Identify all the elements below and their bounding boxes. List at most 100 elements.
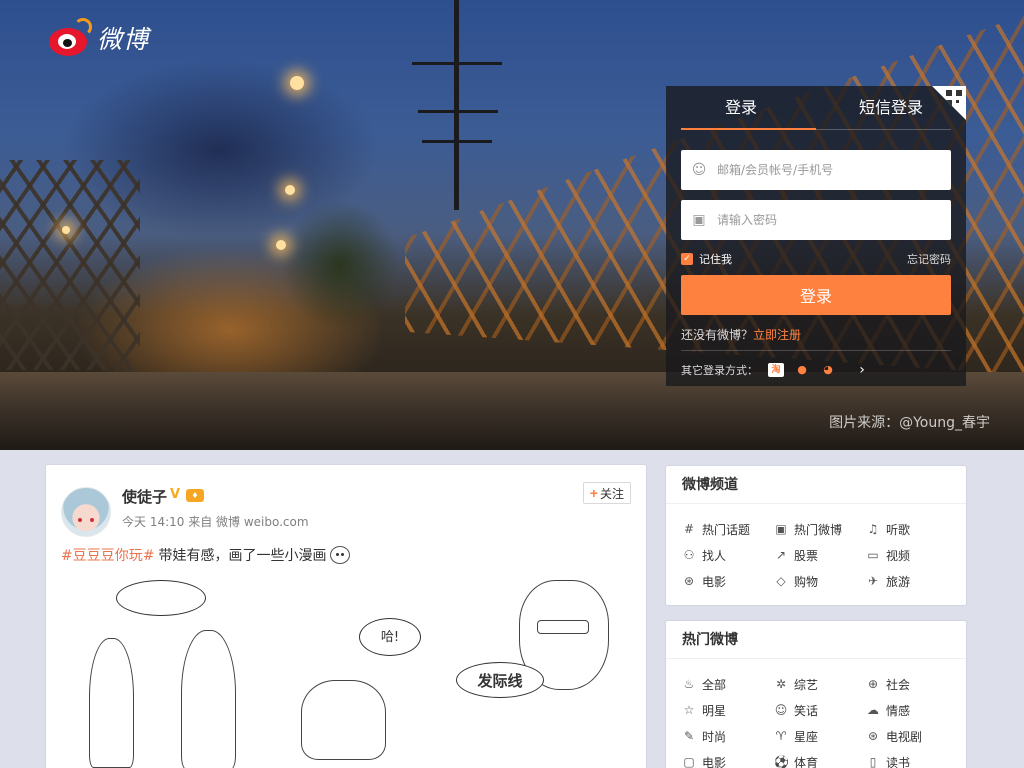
follow-button[interactable]: + 关注 xyxy=(582,482,631,504)
account-field: ☺ xyxy=(681,150,951,190)
remember-checkbox[interactable]: ✓ xyxy=(681,253,693,265)
login-divider xyxy=(681,350,951,351)
register-link[interactable]: 立即注册 xyxy=(753,328,801,342)
speech-bubble: 发际线 xyxy=(456,662,544,698)
account-input[interactable] xyxy=(717,151,951,189)
hero-utility-pole xyxy=(454,0,459,210)
login-button[interactable]: 登录 xyxy=(681,275,951,315)
tab-account-login[interactable]: 登录 xyxy=(666,86,816,130)
hero-tree xyxy=(280,200,400,330)
no-account-text: 还没有微博？ xyxy=(681,328,754,342)
post-text: #豆豆豆你玩# 带娃有感，画了一些小漫画 xyxy=(61,545,351,565)
weibo-logo[interactable]: 微博 xyxy=(47,18,149,58)
hot-label: 笑话 xyxy=(794,703,819,718)
comic-image[interactable]: 发际线 xyxy=(451,570,631,768)
hot-item[interactable]: ⚽ 体育 xyxy=(774,753,866,768)
channels-title: 微博频道 xyxy=(666,466,966,504)
aries-icon: ♈ xyxy=(775,729,787,743)
hot-item[interactable]: ▯ 读书 xyxy=(866,753,958,768)
hot-item[interactable]: ✎ 时尚 xyxy=(682,727,774,745)
hot-item[interactable]: ♈ 星座 xyxy=(774,727,866,745)
comic-figure xyxy=(181,630,236,768)
channel-item[interactable]: ▭ 视频 xyxy=(866,546,958,564)
hot-item[interactable]: ✲ 综艺 xyxy=(774,675,866,693)
hot-label: 社会 xyxy=(886,677,911,692)
movie-icon: ▢ xyxy=(683,755,695,768)
weibo-icon[interactable]: ◕ xyxy=(820,363,836,377)
street-lamp xyxy=(285,185,295,195)
password-field: ▣ xyxy=(681,200,951,240)
hot-label: 电影 xyxy=(702,755,727,768)
comic-image[interactable]: 哈! xyxy=(271,570,446,768)
hot-item[interactable]: ♨ 全部 xyxy=(682,675,774,693)
taobao-icon[interactable]: 淘 xyxy=(768,363,784,377)
channel-item[interactable]: ◇ 购物 xyxy=(774,572,866,590)
hot-item[interactable]: ☺ 笑话 xyxy=(774,701,866,719)
lock-icon: ▣ xyxy=(692,212,706,228)
channel-label: 股票 xyxy=(794,548,819,563)
channel-label: 旅游 xyxy=(886,574,911,589)
channel-label: 热门微博 xyxy=(794,522,843,537)
forgot-password-link[interactable]: 忘记密码 xyxy=(907,251,951,267)
channel-item[interactable]: ⚇ 找人 xyxy=(682,546,774,564)
topic-link[interactable]: #豆豆豆你玩# xyxy=(61,545,154,565)
other-login-methods: 其它登录方式： 淘 ● ◕ › xyxy=(681,362,870,378)
photo-credit: 图片来源：@Young_春宇 xyxy=(829,415,990,431)
hot-label: 时尚 xyxy=(702,729,727,744)
tv-icon: ⊛ xyxy=(867,729,879,743)
remember-me[interactable]: ✓ 记住我 xyxy=(681,251,732,267)
hot-item[interactable]: ▢ 电影 xyxy=(682,753,774,768)
channel-label: 购物 xyxy=(794,574,819,589)
comic-figure xyxy=(301,680,386,760)
hot-item[interactable]: ☁ 情感 xyxy=(866,701,958,719)
hot-label: 情感 xyxy=(886,703,911,718)
hero-pole-crossbar xyxy=(412,62,502,65)
qq-icon[interactable]: ● xyxy=(794,363,810,377)
channel-label: 电影 xyxy=(702,574,727,589)
channel-item[interactable]: ✈ 旅游 xyxy=(866,572,958,590)
hot-item[interactable]: ☆ 明星 xyxy=(682,701,774,719)
channel-item[interactable]: ▣ 热门微博 xyxy=(774,520,866,538)
hot-label: 读书 xyxy=(886,755,911,768)
book-icon: ▯ xyxy=(869,755,877,768)
weibo-logo-icon xyxy=(47,18,92,58)
street-lamp xyxy=(276,240,286,250)
hot-weibo-title: 热门微博 xyxy=(666,621,966,659)
login-panel: 登录 短信登录 ☺ ▣ ✓ 记住我 忘记密码 登录 还没有微博？立即注册 其它登… xyxy=(666,86,966,386)
channel-label: 热门话题 xyxy=(702,522,751,537)
post-body: 带娃有感，画了一些小漫画 xyxy=(158,548,327,564)
sports-icon: ⚽ xyxy=(774,755,789,768)
hot-item[interactable]: ⊕ 社会 xyxy=(866,675,958,693)
speech-bubble xyxy=(116,580,206,616)
cloud-icon: ☁ xyxy=(867,703,879,717)
chevron-right-icon[interactable]: › xyxy=(854,363,870,377)
comic-image[interactable] xyxy=(61,570,266,768)
variety-icon: ✲ xyxy=(775,677,787,691)
member-badge-icon: ♦ xyxy=(186,489,204,502)
channel-label: 视频 xyxy=(886,548,911,563)
speech-bubble: 哈! xyxy=(359,618,421,656)
street-lamp xyxy=(290,76,304,90)
tab-divider xyxy=(816,129,951,130)
hero-bridge-left xyxy=(0,160,140,370)
post-meta: 今天 14:10 来自 微博 weibo.com xyxy=(122,515,309,529)
hot-label: 全部 xyxy=(702,677,727,692)
channel-item[interactable]: ⊛ 电影 xyxy=(682,572,774,590)
hot-weibo-grid: ♨ 全部 ✲ 综艺 ⊕ 社会 ☆ 明星 ☺ 笑话 ☁ 情感 ✎ 时尚 ♈ 星座 ⊛ 电视剧 ▢ 电影 ⚽ 体育 ▯ 读书 xyxy=(666,659,966,768)
channel-item[interactable]: # 热门话题 xyxy=(682,520,774,538)
hot-label: 综艺 xyxy=(794,677,819,692)
channel-item[interactable]: ↗ 股票 xyxy=(774,546,866,564)
hot-item[interactable]: ⊛ 电视剧 xyxy=(866,727,958,745)
star-icon: ☆ xyxy=(683,703,695,717)
register-prompt: 还没有微博？立即注册 xyxy=(681,326,801,343)
user-icon: ☺ xyxy=(691,162,707,178)
hero-pole-crossbar xyxy=(422,140,492,143)
logo-text: 微博 xyxy=(97,25,150,54)
avatar[interactable] xyxy=(61,487,111,537)
post-username[interactable]: 使徒子 xyxy=(122,486,167,507)
password-input[interactable] xyxy=(717,201,951,239)
channels-grid: # 热门话题 ▣ 热门微博 ♫ 听歌 ⚇ 找人 ↗ 股票 ▭ 视频 ⊛ 电影 ◇ 购物 ✈ 旅游 xyxy=(666,504,966,590)
channel-label: 听歌 xyxy=(886,522,911,537)
channel-label: 找人 xyxy=(702,548,727,563)
channel-item[interactable]: ♫ 听歌 xyxy=(866,520,958,538)
